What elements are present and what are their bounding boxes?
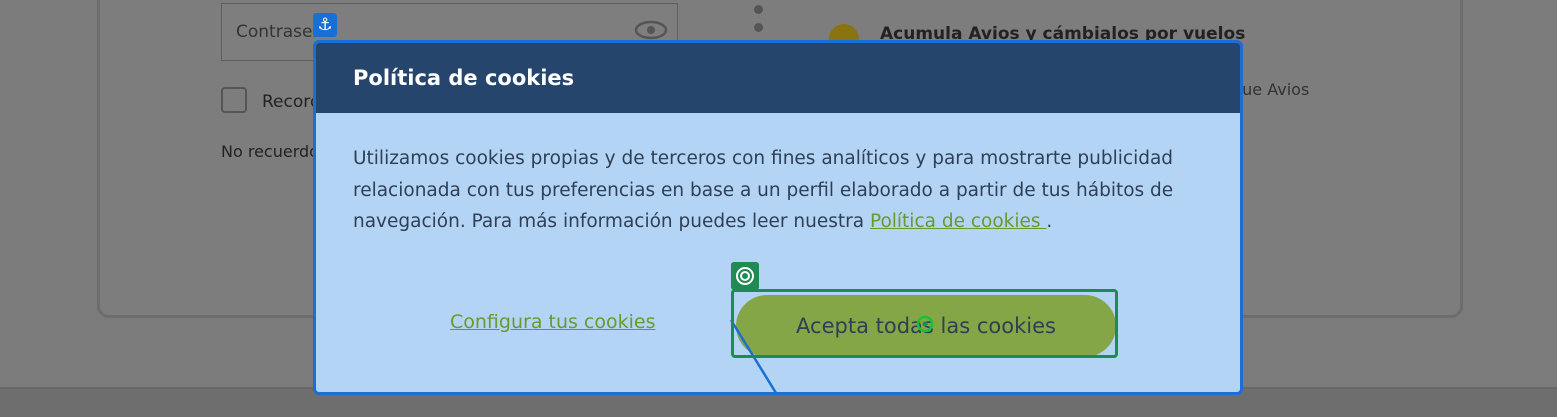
dialog-title: Política de cookies <box>316 43 1240 113</box>
eye-icon <box>634 20 668 40</box>
anchor-icon: ⚓ <box>313 13 337 37</box>
configure-cookies-link[interactable]: Configura tus cookies <box>450 311 656 333</box>
dialog-body: Utilizamos cookies propias y de terceros… <box>353 143 1213 238</box>
body-end: . <box>1046 211 1053 232</box>
divider-dot <box>754 23 763 32</box>
cursor-target-icon <box>916 315 934 333</box>
cookie-policy-link[interactable]: Política de cookies <box>870 211 1046 232</box>
divider-dot <box>754 5 763 14</box>
avios-text: que Avios <box>1232 80 1310 99</box>
remember-checkbox <box>221 87 247 113</box>
target-icon <box>731 262 759 290</box>
